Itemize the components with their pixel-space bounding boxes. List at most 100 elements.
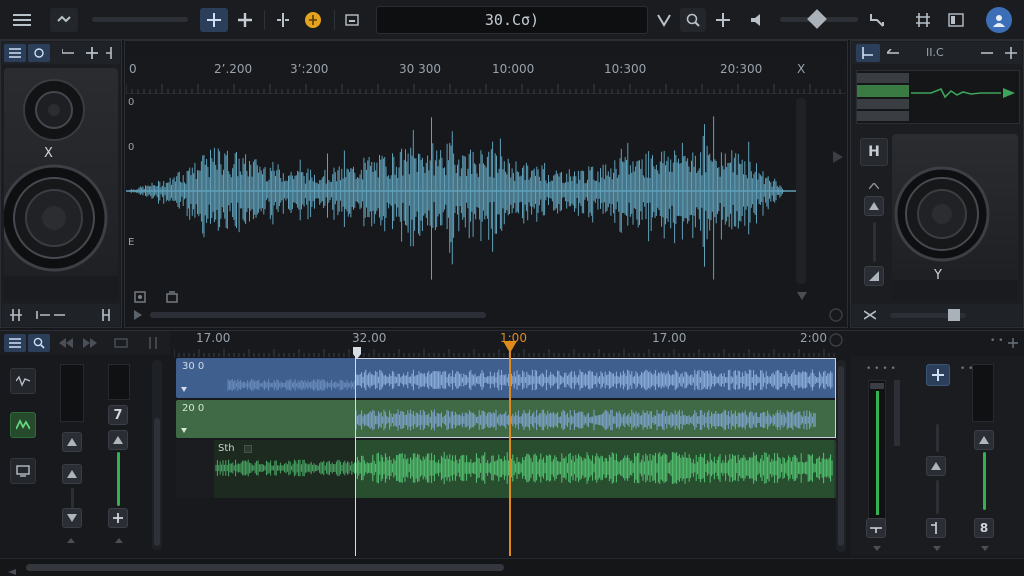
play-arrow-icon[interactable] (832, 150, 844, 164)
user-icon[interactable] (986, 7, 1012, 33)
caret-icon (872, 544, 882, 552)
shuffle-icon[interactable] (860, 306, 880, 324)
editor-close-icon[interactable]: X (797, 62, 805, 76)
monitor-icon[interactable] (340, 8, 364, 32)
loop-icon[interactable] (50, 8, 78, 32)
left-fader-a[interactable] (71, 488, 74, 508)
green-track-icon[interactable] (10, 412, 36, 438)
volume-icon[interactable] (746, 8, 770, 32)
left-meter-b (108, 364, 130, 400)
hash-icon[interactable] (6, 306, 26, 324)
right-pan-button[interactable] (926, 518, 946, 538)
timeline-ruler-label: 17.00 (196, 331, 231, 345)
left-down-button[interactable] (62, 508, 82, 528)
selection-start-marker[interactable] (353, 346, 363, 360)
editor-horizontal-scrollbar[interactable] (150, 312, 486, 318)
right-up-button-b[interactable] (974, 430, 994, 450)
scrollbar-thumb[interactable] (26, 564, 504, 571)
clip-selection[interactable] (356, 358, 836, 438)
editor-vertical-scrollbar[interactable] (796, 98, 806, 284)
screen-icon[interactable] (10, 458, 36, 484)
right-fader-b[interactable] (936, 424, 939, 452)
timeline-search-icon[interactable] (28, 334, 50, 352)
right-add-icon[interactable] (1002, 44, 1020, 62)
mixer-dots: • • • • (866, 364, 896, 374)
collapse-icon[interactable] (102, 44, 120, 62)
record-icon[interactable] (300, 8, 326, 32)
channel-up-button[interactable] (108, 430, 128, 450)
grid-icon[interactable] (910, 8, 936, 32)
back-icon[interactable] (884, 44, 902, 62)
headphones-button[interactable]: H (860, 138, 888, 166)
clip-view-icon[interactable] (110, 334, 132, 352)
right-mute-button[interactable] (866, 518, 886, 538)
timeline-ruler-label: 17.00 (652, 331, 687, 345)
waveform-tool-icon[interactable] (10, 368, 36, 394)
ruler-end-icon[interactable] (828, 332, 844, 348)
editor-play-icon[interactable] (132, 309, 144, 321)
add-track-icon[interactable] (82, 44, 102, 62)
list-view-icon[interactable] (4, 44, 26, 62)
waveform-path (126, 116, 786, 280)
snapshot-icon[interactable] (132, 290, 148, 304)
output-icon[interactable] (34, 306, 68, 324)
left-green-fader[interactable] (117, 452, 120, 506)
left-add-button[interactable] (108, 508, 128, 528)
cursor-tool-icon[interactable] (200, 8, 228, 32)
zoom-icon[interactable] (680, 8, 706, 32)
split-channel-icon[interactable] (96, 306, 116, 324)
curve-icon[interactable] (864, 8, 892, 32)
right-top-add-icon[interactable] (1006, 336, 1020, 350)
circle-icon[interactable] (28, 44, 50, 62)
right-green-fader[interactable] (983, 452, 986, 510)
right-output-slider[interactable] (890, 309, 966, 321)
menu-icon[interactable] (8, 8, 36, 32)
left-speaker-label: X (44, 146, 53, 161)
timeline-list-icon[interactable] (4, 334, 26, 352)
right-fader-track[interactable] (873, 222, 876, 262)
main-waveform[interactable] (126, 96, 806, 286)
channel-number[interactable]: 7 (108, 405, 128, 425)
editor-ruler-label: 3’:200 (290, 62, 329, 76)
right-speaker-cabinet (892, 134, 1018, 300)
caret-icon (932, 544, 942, 552)
right-up-button-a[interactable] (926, 456, 946, 476)
split-icon[interactable] (270, 8, 296, 32)
left-meter-a (60, 364, 84, 422)
up-caret-icon[interactable] (868, 180, 880, 192)
add-marker-icon[interactable] (710, 8, 736, 32)
trim-icon[interactable] (652, 8, 676, 32)
left-strip-scrollbar[interactable] (152, 360, 162, 550)
window-icon[interactable] (942, 8, 970, 32)
export-icon[interactable] (164, 290, 180, 304)
meter-view-icon[interactable] (856, 44, 880, 62)
right-fader-c[interactable] (936, 480, 939, 514)
track-waveform (227, 379, 356, 391)
right-panel-tab-label[interactable]: II.C (926, 46, 944, 59)
arrow-left-icon[interactable] (58, 44, 78, 62)
right-top-dots: • • (990, 336, 1004, 346)
level-mode-button[interactable] (864, 266, 884, 286)
rewind-icon[interactable] (56, 334, 76, 352)
volume-slider[interactable] (780, 9, 858, 29)
scrub-slider[interactable] (92, 17, 188, 22)
playhead-marker[interactable] (503, 340, 517, 354)
editor-end-icon[interactable] (828, 307, 844, 323)
right-add-channel-button[interactable] (926, 364, 950, 386)
timeline-vertical-scrollbar[interactable] (836, 360, 846, 552)
playhead-line[interactable] (509, 346, 511, 556)
left-up-button-a[interactable] (62, 432, 82, 452)
right-channel-number[interactable]: 8 (974, 518, 994, 538)
left-up-button-b[interactable] (62, 464, 82, 484)
timeline-expand-icon[interactable] (144, 334, 162, 352)
right-arrow-icon[interactable] (978, 44, 996, 62)
level-up-button[interactable] (864, 196, 884, 216)
forward-icon[interactable] (80, 334, 100, 352)
clip-overview[interactable] (856, 70, 1020, 124)
timeline-ruler-label: 2:00 (800, 331, 827, 345)
scroll-down-icon[interactable] (796, 290, 808, 302)
selection-start-line[interactable] (355, 348, 356, 556)
timeline-horizontal-scrollbar[interactable] (0, 558, 1024, 576)
add-icon[interactable] (232, 8, 258, 32)
editor-ruler-label: 2’.200 (214, 62, 253, 76)
